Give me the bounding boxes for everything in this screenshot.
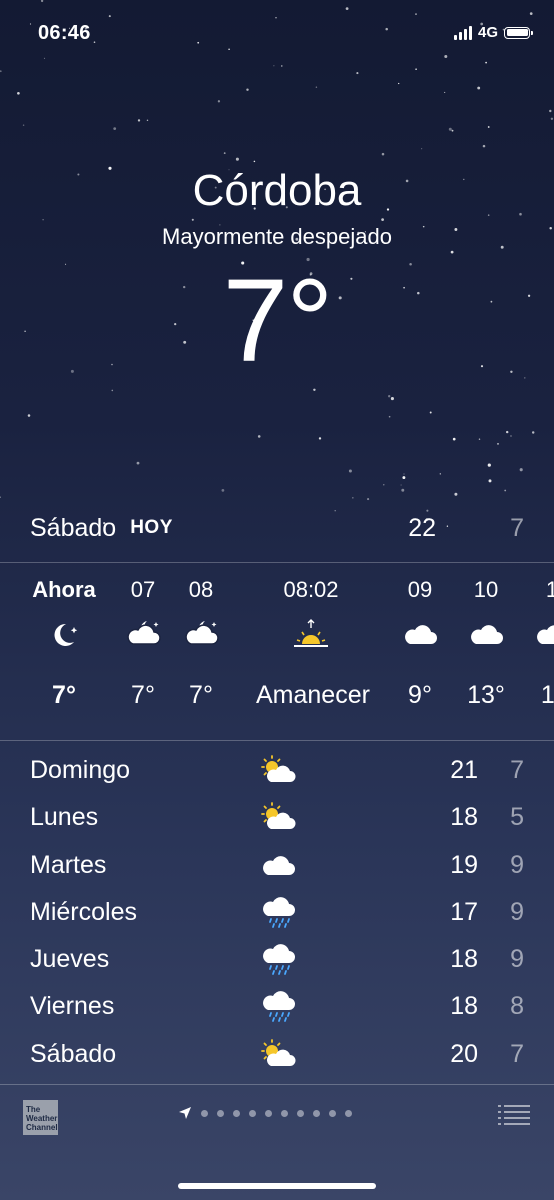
page-indicator[interactable] bbox=[178, 1106, 352, 1120]
city-name: Córdoba bbox=[192, 166, 362, 215]
daily-row: Jueves 18 9 bbox=[30, 937, 524, 984]
page-dot[interactable] bbox=[329, 1109, 336, 1117]
today-high: 22 bbox=[408, 513, 436, 542]
sun-cloud-icon bbox=[258, 1038, 298, 1072]
home-indicator[interactable] bbox=[178, 1183, 376, 1189]
day-high: 21 bbox=[450, 756, 478, 784]
page-dot[interactable] bbox=[281, 1109, 288, 1117]
current-temperature: 7° bbox=[222, 255, 334, 387]
hourly-item: 1 1( bbox=[497, 563, 554, 715]
day-low: 7 bbox=[510, 1039, 524, 1068]
day-high: 20 bbox=[450, 1039, 478, 1068]
day-name: Miércoles bbox=[30, 897, 137, 926]
signal-icon bbox=[453, 25, 472, 40]
sun-cloud-icon bbox=[258, 801, 298, 835]
day-high: 18 bbox=[450, 992, 478, 1021]
day-low: 9 bbox=[510, 945, 524, 974]
divider-bottom bbox=[0, 740, 554, 741]
day-name: Domingo bbox=[30, 756, 131, 784]
day-high: 18 bbox=[450, 945, 478, 974]
page-dot[interactable] bbox=[265, 1109, 272, 1117]
rain-icon bbox=[258, 896, 298, 930]
rain-icon bbox=[258, 943, 298, 977]
cloud-icon bbox=[497, 605, 554, 665]
weather-channel-logo[interactable]: The Weather Channel bbox=[23, 1100, 58, 1135]
day-low: 9 bbox=[510, 850, 524, 879]
rain-icon bbox=[258, 990, 298, 1024]
location-arrow-icon bbox=[179, 1107, 191, 1119]
status-time: 06:46 bbox=[38, 22, 91, 44]
hour-temperature: Amanecer bbox=[256, 681, 370, 709]
network-type: 4G bbox=[477, 24, 498, 41]
daily-row: Lunes 18 5 bbox=[30, 795, 524, 842]
city-list-icon[interactable] bbox=[498, 1104, 530, 1126]
daily-row: Martes 19 9 bbox=[30, 843, 524, 890]
divider-footer bbox=[0, 1084, 554, 1085]
page-dot[interactable] bbox=[249, 1109, 256, 1117]
hourly-forecast[interactable]: Ahora7°077°087°08:02Amanecer099°1013°11( bbox=[0, 563, 554, 739]
daily-row: Miércoles 17 9 bbox=[30, 890, 524, 937]
day-name: Viernes bbox=[30, 992, 115, 1021]
page-dot[interactable] bbox=[201, 1109, 208, 1117]
hour-label: 08 bbox=[188, 577, 214, 602]
page-dot[interactable] bbox=[297, 1109, 304, 1117]
hourly-item: 08:02 Amanecer bbox=[256, 563, 370, 715]
hourly-item: 08 7° bbox=[146, 563, 256, 715]
hour-temperature: 7° bbox=[189, 681, 213, 709]
day-low: 9 bbox=[510, 897, 524, 926]
hour-label: 08:02 bbox=[283, 577, 339, 602]
cloud-icon bbox=[258, 849, 298, 883]
day-name: Lunes bbox=[30, 803, 99, 832]
day-high: 17 bbox=[450, 897, 478, 926]
sunrise-icon bbox=[256, 605, 366, 665]
weather-channel-logo-text: The Weather Channel bbox=[26, 1105, 58, 1132]
hour-temperature: 1( bbox=[540, 681, 554, 709]
page-dot[interactable] bbox=[233, 1109, 240, 1117]
hour-label: 1 bbox=[545, 577, 554, 602]
battery-icon bbox=[504, 26, 533, 39]
page-dot[interactable] bbox=[217, 1109, 224, 1117]
daily-forecast[interactable]: Domingo 21 7 Lunes 18 5 Martes 19 9 Miércoles 17 9 J… bbox=[30, 748, 524, 1079]
day-name: Martes bbox=[30, 850, 107, 879]
page-dot[interactable] bbox=[313, 1109, 320, 1117]
daily-row: Viernes 18 8 bbox=[30, 984, 524, 1031]
page-dot[interactable] bbox=[345, 1109, 352, 1117]
today-label: HOY bbox=[130, 517, 173, 538]
today-low: 7 bbox=[510, 513, 524, 542]
day-low: 5 bbox=[510, 803, 524, 832]
daily-row: Domingo 21 7 bbox=[30, 748, 524, 795]
today-day: Sábado bbox=[30, 513, 117, 542]
day-low: 8 bbox=[510, 992, 524, 1021]
day-low: 7 bbox=[510, 756, 524, 784]
day-high: 18 bbox=[450, 803, 478, 832]
day-name: Jueves bbox=[30, 945, 110, 974]
daily-row: Sábado 20 7 bbox=[30, 1032, 524, 1079]
day-high: 19 bbox=[450, 850, 478, 879]
current-condition: Mayormente despejado bbox=[162, 224, 392, 249]
moon-cloud-icon bbox=[146, 605, 256, 665]
today-summary: Sábado HOY 22 7 bbox=[30, 510, 524, 546]
status-indicators: 4G bbox=[453, 24, 533, 41]
sun-cloud-icon bbox=[258, 754, 298, 788]
day-name: Sábado bbox=[30, 1039, 117, 1068]
